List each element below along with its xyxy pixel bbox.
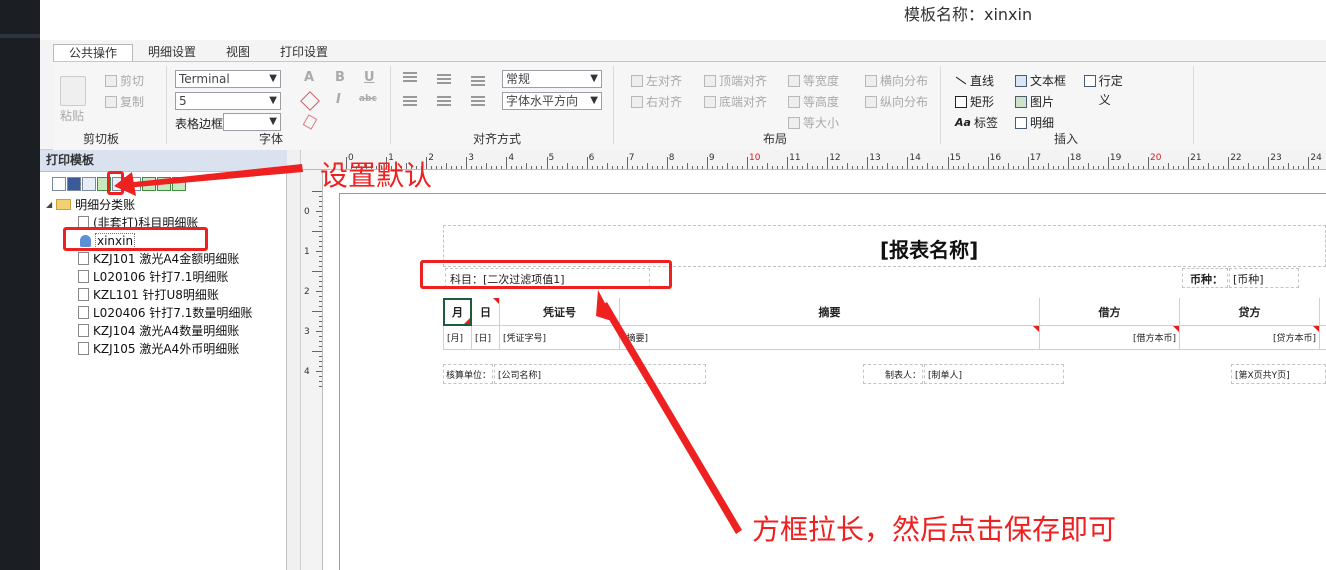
arrow-to-subject	[601, 302, 742, 534]
arrow-to-toolbar	[125, 164, 303, 188]
annotation-arrows	[114, 164, 742, 534]
arrow-to-subject-head	[596, 290, 615, 322]
arrow-to-toolbar-head	[114, 172, 136, 196]
